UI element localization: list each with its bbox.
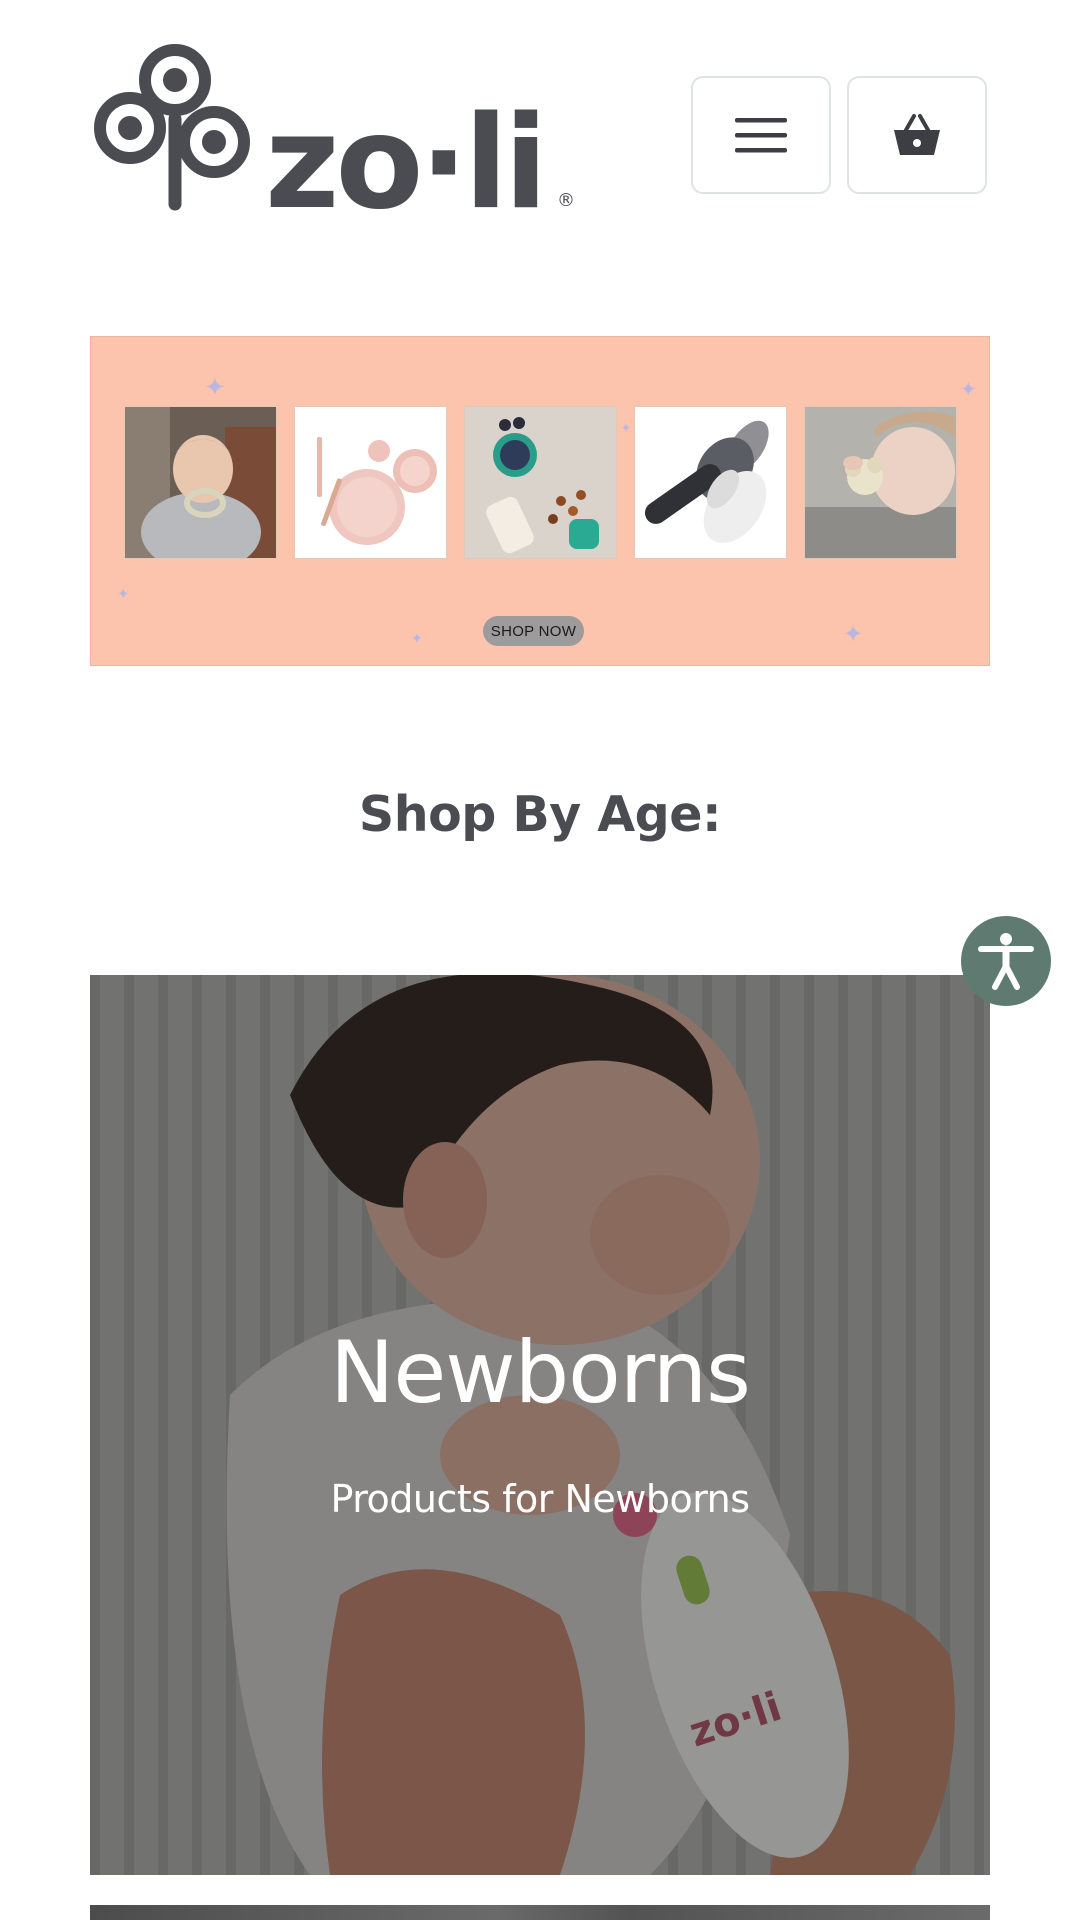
- baby-with-teether-ring-photo: [124, 406, 277, 559]
- shop-by-age-heading: Shop By Age:: [358, 786, 722, 843]
- category-card-newborns[interactable]: zo·li Newborns Products for Newborns: [90, 975, 990, 1875]
- sparkle-decoration: ✦: [411, 631, 423, 647]
- promo-banner[interactable]: ✦ ✦ ✦ ✦ ✦ ✦ SHOP NOW: [90, 336, 990, 666]
- sparkle-decoration: ✦: [621, 421, 632, 435]
- pink-plate-and-bowl-set-photo: [294, 406, 447, 559]
- sparkle-decoration: ✦: [117, 585, 130, 603]
- shopping-basket-icon: [894, 114, 940, 155]
- zoli-flower-logo-icon: [94, 44, 250, 211]
- menu-button[interactable]: [691, 76, 831, 194]
- grey-teether-brush-photo: [634, 406, 787, 559]
- accessibility-button[interactable]: [961, 916, 1051, 1006]
- category-subtitle: Products for Newborns: [330, 1477, 750, 1521]
- hamburger-menu-icon: [735, 118, 787, 153]
- shop-now-button[interactable]: SHOP NOW: [483, 616, 584, 646]
- accessibility-person-icon: [978, 933, 1034, 990]
- cart-button[interactable]: [847, 76, 987, 194]
- next-category-card-peek[interactable]: [90, 1905, 990, 1920]
- registered-mark: ®: [557, 190, 575, 211]
- logo-wordmark: zo·li: [265, 89, 544, 214]
- snack-containers-photo: [464, 406, 617, 559]
- category-title: Newborns: [330, 1323, 751, 1423]
- sparkle-decoration: ✦: [204, 373, 226, 403]
- zoli-logo[interactable]: zo·li ®: [90, 44, 580, 214]
- sparkle-decoration: ✦: [843, 620, 864, 648]
- baby-with-flower-teether-photo: [804, 406, 957, 559]
- newborn-nail-trimmer-photo: zo·li: [90, 975, 990, 1875]
- sparkle-decoration: ✦: [960, 377, 977, 401]
